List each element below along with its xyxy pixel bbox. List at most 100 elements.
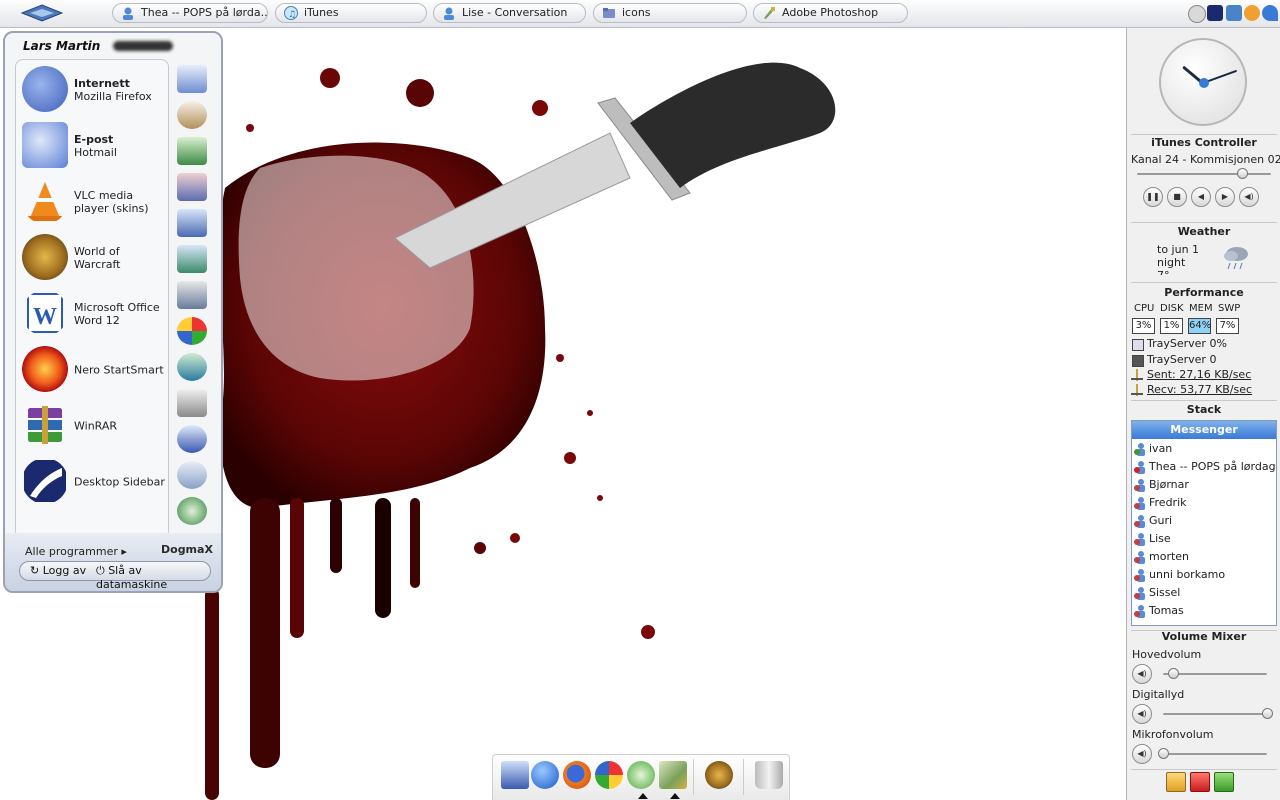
perf-row: Recv: 53,77 KB/sec [1147, 383, 1253, 396]
music-icon[interactable] [177, 173, 207, 201]
program-subtitle: VLC media player (skins) [74, 189, 149, 215]
contact-item[interactable]: Lise [1134, 531, 1276, 547]
volume-knob-digitallyd[interactable] [1262, 708, 1273, 719]
itunes-icon[interactable] [627, 761, 655, 789]
vlc-icon [28, 182, 62, 221]
contact-item[interactable]: Fredrik [1134, 495, 1276, 511]
program-word[interactable]: W Microsoft Office Word 12 [20, 288, 166, 340]
buddy-icon [1134, 442, 1146, 456]
nero-icon [22, 346, 68, 392]
all-programs-button[interactable]: Alle programmer ▸ [25, 545, 127, 558]
contact-item[interactable]: morten [1134, 549, 1276, 565]
computer-icon[interactable] [177, 209, 207, 237]
task-itunes[interactable]: ♫ iTunes [275, 3, 427, 23]
taskbar: Thea -- POPS på lørda... ♫ iTunes Lise -… [0, 0, 1280, 28]
program-wow[interactable]: World of Warcraft [20, 232, 166, 284]
previous-button[interactable]: ◀ [1191, 187, 1211, 207]
settings-star-icon[interactable] [1214, 772, 1234, 792]
volume-track[interactable] [1163, 753, 1267, 755]
messenger-tray-icon[interactable] [1262, 5, 1278, 21]
arrow-right-icon: ▸ [121, 545, 127, 558]
contact-item[interactable]: Bjørnar [1134, 477, 1276, 493]
my-computer-icon[interactable] [501, 761, 529, 789]
network-globe-icon[interactable] [531, 761, 559, 789]
task-label: icons [622, 6, 651, 19]
buddy-icon [1134, 496, 1146, 510]
pictures-icon[interactable] [177, 137, 207, 165]
itunes-progress-track[interactable] [1137, 173, 1271, 175]
contact-item[interactable]: unni borkamo [1134, 567, 1276, 583]
contact-item[interactable]: Guri [1134, 513, 1276, 529]
task-lise-conversation[interactable]: Lise - Conversation [433, 3, 586, 23]
contact-item[interactable]: ivan [1134, 441, 1276, 457]
key-icon[interactable] [1166, 772, 1186, 792]
program-nero[interactable]: Nero StartSmart [20, 344, 166, 396]
network-icon[interactable] [177, 245, 207, 273]
speaker-icon[interactable]: ◀) [1132, 664, 1152, 684]
start-logo-icon [20, 4, 64, 22]
program-vlc[interactable]: VLC media player (skins) [20, 176, 166, 228]
help-icon[interactable] [177, 425, 207, 453]
program-hotmail[interactable]: E-post Hotmail [20, 120, 166, 172]
power-icon[interactable] [1190, 772, 1210, 792]
firefox-icon [22, 66, 68, 112]
media-player-icon[interactable] [595, 761, 623, 789]
program-subtitle: Hotmail [74, 146, 117, 159]
next-button[interactable]: ▶ [1215, 187, 1235, 207]
update-tray-icon[interactable] [1244, 5, 1260, 21]
contact-item[interactable]: Tomas [1134, 603, 1276, 619]
logoff-button[interactable]: ↻ Logg av [30, 564, 86, 577]
pause-button[interactable]: ❚❚ [1143, 187, 1163, 207]
connect-icon[interactable] [177, 353, 207, 381]
trayserver-disk-icon [1132, 355, 1144, 367]
contact-name: Sissel [1149, 586, 1181, 599]
recycle-bin-icon[interactable] [755, 761, 783, 789]
volume-knob-hovedvolum[interactable] [1168, 668, 1180, 679]
shutdown-button[interactable]: ⏻ Slå av datamaskine [96, 564, 210, 591]
control-panel-icon[interactable] [177, 281, 207, 309]
start-button[interactable] [18, 3, 66, 23]
all-programs-label: Alle programmer [25, 545, 118, 558]
speaker-icon[interactable]: ◀) [1132, 744, 1152, 764]
volume-button[interactable]: ◀) [1239, 187, 1259, 207]
program-winrar[interactable]: WinRAR [20, 400, 166, 452]
task-photoshop[interactable]: Adobe Photoshop [753, 3, 908, 23]
run-icon[interactable] [177, 497, 207, 525]
perf-mem-value: 64% [1188, 318, 1211, 334]
speaker-icon[interactable]: ◀) [1132, 704, 1152, 724]
documents-icon[interactable] [177, 65, 207, 93]
task-messenger-thea[interactable]: Thea -- POPS på lørda... [112, 3, 268, 23]
contact-name: Guri [1149, 514, 1173, 527]
wow-icon[interactable] [705, 761, 733, 789]
mail-icon [22, 122, 68, 168]
recent-icon[interactable] [177, 101, 207, 129]
pinned-programs: Internett Mozilla Firefox E-post Hotmail V… [15, 59, 169, 539]
tray-arrow-icon[interactable] [1188, 5, 1206, 23]
search-icon[interactable] [177, 461, 207, 489]
photoshop-icon[interactable] [659, 761, 687, 789]
task-icons-folder[interactable]: icons [593, 3, 747, 23]
programs-icon[interactable] [177, 317, 207, 345]
program-subtitle: WinRAR [74, 419, 118, 433]
volume-knob-mikrofonvolum[interactable] [1158, 748, 1169, 759]
network-tray-icon[interactable] [1226, 5, 1242, 21]
buddy-icon [1134, 550, 1146, 564]
volume-track[interactable] [1163, 713, 1267, 715]
itunes-progress-knob[interactable] [1236, 168, 1248, 179]
brand-label: DogmaX [161, 543, 213, 556]
printer-icon[interactable] [177, 389, 207, 417]
contact-item[interactable]: Sissel [1134, 585, 1276, 601]
desktop-sidebar-tray-icon[interactable] [1207, 5, 1223, 21]
program-firefox[interactable]: Internett Mozilla Firefox [20, 64, 166, 116]
stop-button[interactable]: ■ [1167, 187, 1187, 207]
start-menu: Lars Martin Internett Mozilla Firefox E-p… [3, 31, 223, 593]
weather-period: night [1157, 256, 1186, 269]
firefox-icon[interactable] [563, 761, 591, 789]
volume-channel-label: Mikrofonvolum [1132, 728, 1214, 741]
contact-item[interactable]: Thea -- POPS på lørdag!! [1134, 459, 1276, 475]
program-title: Internett [74, 77, 130, 90]
contact-name: Bjørnar [1149, 478, 1189, 491]
desktop-sidebar: iTunes Controller Kanal 24 - Kommisjonen… [1126, 28, 1280, 800]
program-desktop-sidebar[interactable]: Desktop Sidebar [20, 456, 166, 508]
user-name: Lars Martin [23, 39, 101, 53]
